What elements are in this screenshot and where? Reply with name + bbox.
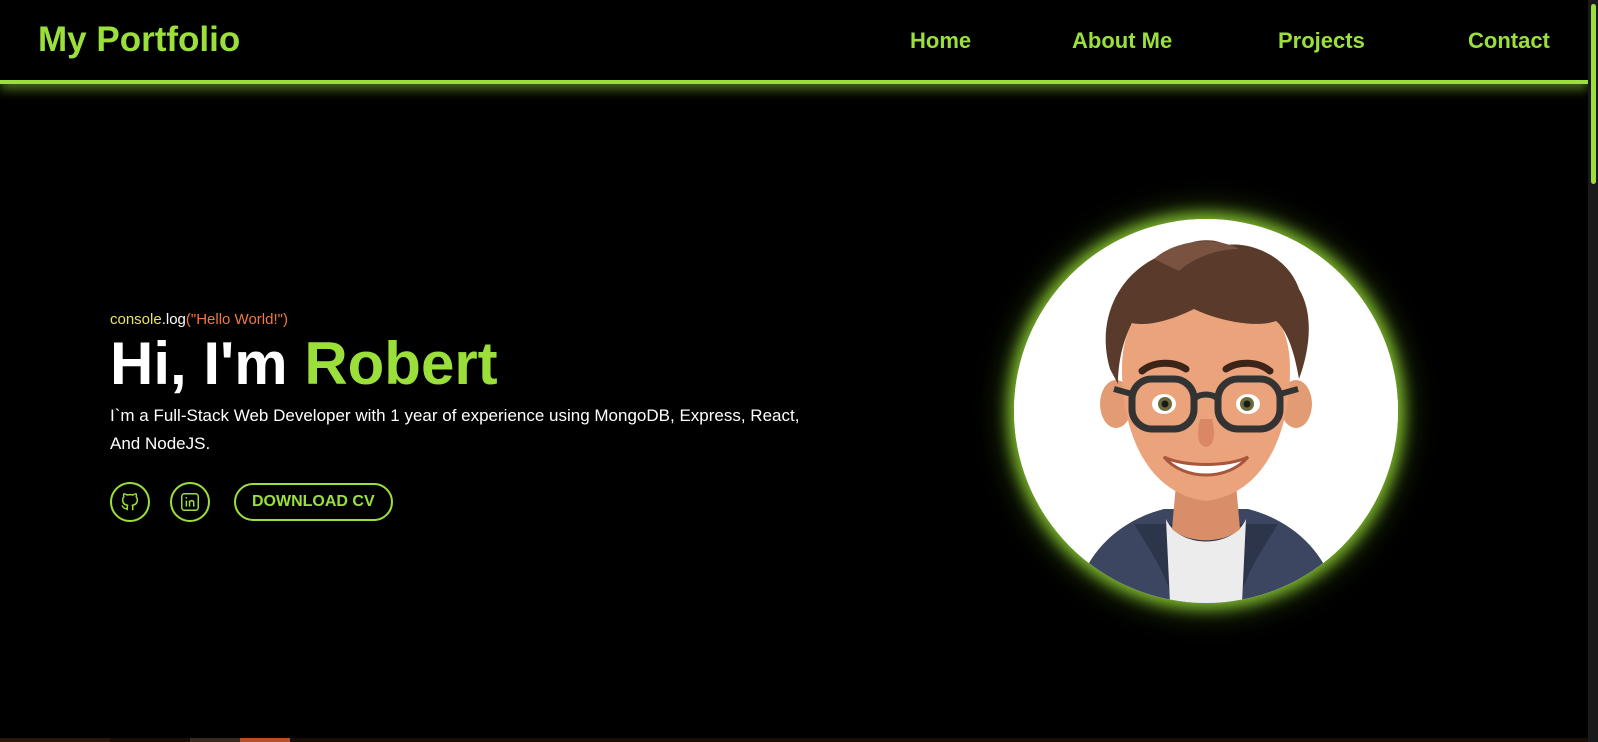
github-icon [121,493,139,511]
developer-avatar-icon [1014,219,1398,603]
nav-link-projects[interactable]: Projects [1278,26,1365,56]
hero-heading: Hi, I'm Robert [110,332,810,396]
avatar [1014,219,1398,603]
portfolio-page: My Portfolio Home About Me Projects Cont… [0,0,1598,742]
nav-link-contact[interactable]: Contact [1468,26,1550,56]
linkedin-button[interactable] [170,482,210,522]
hero-greeting: Hi, I'm [110,330,288,397]
hero-section: console.log("Hello World!") Hi, I'm Robe… [110,310,810,522]
navbar: My Portfolio Home About Me Projects Cont… [0,0,1588,84]
bottom-strip [0,738,1588,742]
site-logo[interactable]: My Portfolio [38,20,240,60]
github-button[interactable] [110,482,150,522]
nav-link-about-me[interactable]: About Me [1072,26,1172,56]
linkedin-icon [181,493,199,511]
hero-description: I`m a Full-Stack Web Developer with 1 ye… [110,406,800,453]
console-method: .log [161,311,186,328]
nav-link-home[interactable]: Home [910,26,971,56]
console-object: console [110,311,162,328]
hero-actions: DOWNLOAD CV [110,482,810,522]
console-snippet: console.log("Hello World!") [110,310,810,330]
download-cv-button[interactable]: DOWNLOAD CV [234,483,393,521]
console-string: ("Hello World!") [185,311,288,328]
scrollbar-thumb[interactable] [1591,4,1596,184]
hero-name: Robert [304,330,498,397]
